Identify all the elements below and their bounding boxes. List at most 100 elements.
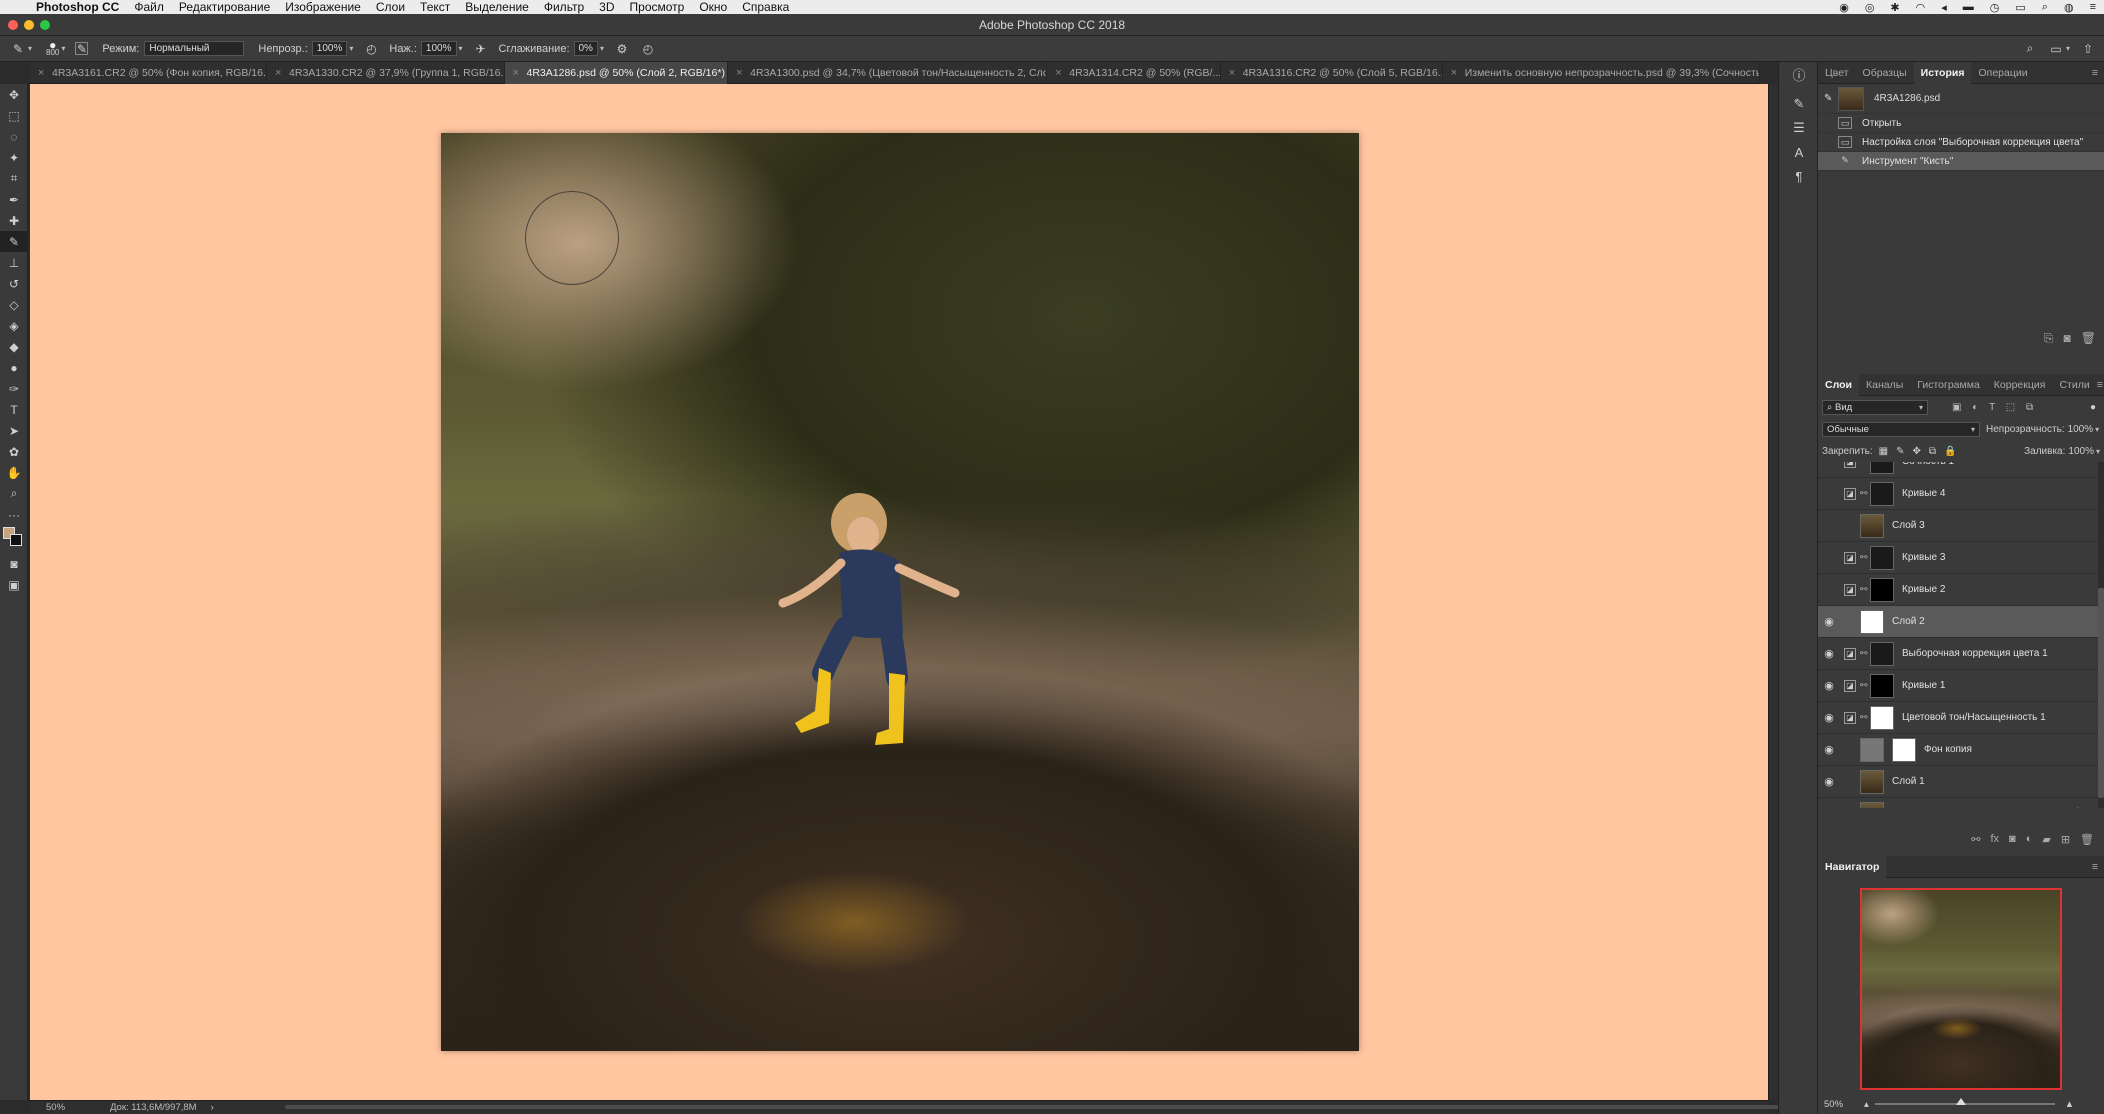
adjustment-layer-icon[interactable]: ◪ (1844, 583, 1856, 596)
lock-all-icon[interactable]: 🔒 (1944, 446, 1956, 457)
hand-tool-icon[interactable]: ✋ (0, 462, 28, 483)
layer-name[interactable]: Слой 2 (1892, 616, 1925, 627)
brush-tool-icon[interactable]: ✎ (0, 231, 28, 252)
chain-link-icon[interactable]: ⚯ (1860, 712, 1868, 723)
eyedropper-tool-icon[interactable]: ✒ (0, 189, 28, 210)
battery-icon[interactable]: ▭ (2015, 1, 2025, 14)
lock-pixels-icon[interactable]: ✎ (1896, 446, 1904, 457)
chain-link-icon[interactable]: ⚯ (1860, 552, 1868, 563)
close-icon[interactable]: × (1055, 62, 1061, 84)
panel-menu-icon[interactable]: ≡ (2097, 379, 2103, 391)
adjustment-layer-icon[interactable]: ◪ (1844, 679, 1856, 692)
layer-name[interactable]: Цветовой тон/Насыщенность 1 (1902, 712, 2046, 723)
crop-tool-icon[interactable]: ⌗ (0, 168, 28, 189)
close-icon[interactable]: × (1229, 62, 1235, 84)
chain-link-icon[interactable]: ⚯ (1860, 648, 1868, 659)
layer-name[interactable]: Кривые 1 (1902, 680, 1945, 691)
layer-mask-thumbnail[interactable] (1870, 641, 1894, 666)
chevron-down-icon[interactable]: ▾ (349, 44, 353, 53)
clock-icon[interactable]: ◷ (1990, 1, 2000, 14)
blur-tool-icon[interactable]: ◆ (0, 336, 28, 357)
menu-type[interactable]: Текст (420, 0, 450, 14)
mode-select[interactable]: Нормальный (144, 41, 245, 56)
navigator-zoom-knob[interactable] (1955, 1098, 1966, 1105)
navigator-zoom-value[interactable]: 50% (1824, 1099, 1864, 1110)
layer-mask-thumbnail[interactable] (1870, 705, 1894, 730)
document-tab-active[interactable]: × 4R3A1286.psd @ 50% (Слой 2, RGB/16*) * (504, 61, 729, 84)
lock-position-icon[interactable]: ✥ (1913, 446, 1921, 457)
layer-name[interactable]: Фон копия (1924, 744, 1972, 755)
layer-row[interactable]: ◉ ◪ ⚯ Цветовой тон/Насыщенность 1 (1818, 702, 2098, 734)
tab-navigator[interactable]: Навигатор (1818, 855, 1887, 878)
layer-name[interactable]: Слой 1 (1892, 776, 1925, 787)
panel-menu-icon[interactable]: ≡ (2092, 861, 2098, 873)
tab-styles[interactable]: Стили (2052, 374, 2096, 396)
marquee-tool-icon[interactable]: ⬚ (0, 105, 28, 126)
close-icon[interactable]: × (38, 62, 44, 84)
history-snapshot[interactable]: ✎ 4R3A1286.psd (1818, 84, 2104, 114)
menu-select[interactable]: Выделение (465, 0, 529, 14)
background-color-swatch[interactable] (10, 534, 22, 546)
layer-row[interactable]: ◉ Фон копия (1818, 734, 2098, 766)
link-layers-icon[interactable]: ⚯ (1971, 833, 1980, 846)
menu-layers[interactable]: Слои (376, 0, 405, 14)
eye-icon[interactable]: ◉ (1818, 711, 1840, 724)
eye-icon[interactable]: ◉ (1818, 679, 1840, 692)
properties-icon[interactable]: ☰ (1779, 116, 1819, 140)
canvas-vertical-scrollbar[interactable] (1768, 84, 1778, 1100)
opacity-input[interactable]: 100% (311, 41, 348, 56)
close-icon[interactable]: × (1451, 62, 1457, 84)
layer-row[interactable]: ◪ ⚯ Кривые 2 (1818, 574, 2098, 606)
lock-artboard-icon[interactable]: ⧉ (1929, 446, 1936, 457)
document-photo[interactable] (441, 133, 1359, 1051)
tab-histogram[interactable]: Гистограмма (1910, 374, 1987, 396)
layer-name[interactable]: Выборочная коррекция цвета 1 (1902, 648, 2048, 659)
layer-row[interactable]: ◪ ⚯ Кривые 4 (1818, 478, 2098, 510)
eraser-tool-icon[interactable]: ◇ (0, 294, 28, 315)
document-tab[interactable]: × 4R3A1314.CR2 @ 50% (RGB/... (1047, 61, 1221, 84)
adjustment-layer-icon[interactable]: ◪ (1844, 551, 1856, 564)
new-layer-icon[interactable]: ⊞ (2061, 833, 2070, 846)
lock-transparent-icon[interactable]: ▦ (1879, 446, 1888, 457)
zoom-out-icon[interactable]: ▴ (1864, 1099, 1869, 1110)
paragraph-icon[interactable]: ¶ (1779, 164, 1819, 188)
screen-mode-icon[interactable]: ▣ (0, 574, 28, 595)
layer-mask-thumbnail[interactable] (1870, 481, 1894, 506)
dodge-tool-icon[interactable]: ● (0, 357, 28, 378)
menu-view[interactable]: Просмотр (630, 0, 685, 14)
character-icon[interactable]: A (1779, 140, 1819, 164)
layer-row[interactable]: ◉ Слой 2 (1818, 606, 2098, 638)
chevron-down-icon[interactable]: ▾ (459, 44, 463, 53)
layer-thumbnail[interactable] (1860, 737, 1884, 762)
wifi-icon[interactable]: ◠ (1916, 1, 1926, 14)
layer-thumbnail[interactable] (1860, 513, 1884, 538)
tab-actions[interactable]: Операции (1971, 62, 2034, 84)
fx-icon[interactable]: fx (1990, 833, 1999, 845)
custom-shape-tool-icon[interactable]: ✿ (0, 441, 28, 462)
path-selection-tool-icon[interactable]: ➤ (0, 420, 28, 441)
layer-name[interactable]: Кривые 2 (1902, 584, 1945, 595)
pressure-size-icon[interactable]: ◴ (640, 41, 656, 57)
gear-icon[interactable]: ⚙ (614, 41, 630, 57)
volume-icon[interactable]: ◂ (1941, 1, 1947, 14)
menu-filter[interactable]: Фильтр (544, 0, 584, 14)
healing-brush-tool-icon[interactable]: ✚ (0, 210, 28, 231)
layer-thumbnail[interactable] (1860, 609, 1884, 634)
layer-row[interactable]: ◉ ◪ ⚯ Выборочная коррекция цвета 1 (1818, 638, 2098, 670)
layer-opacity-value[interactable]: 100% (2068, 424, 2094, 435)
trash-icon[interactable]: 🗑 (2080, 833, 2094, 846)
smoothing-input[interactable]: 0% (573, 41, 598, 56)
layer-filter-select[interactable]: ⌕ Вид ▾ (1822, 399, 1928, 415)
airbrush-icon[interactable]: ✈ (473, 41, 489, 57)
chevron-right-icon[interactable]: › (211, 1102, 214, 1113)
history-brush-tool-icon[interactable]: ↺ (0, 273, 28, 294)
adjustment-layer-icon[interactable]: ◪ (1844, 487, 1856, 500)
navigator-preview[interactable] (1860, 888, 2062, 1090)
filter-toggle-icon[interactable]: ● (2090, 402, 2096, 413)
filter-type-icon[interactable]: T (1989, 402, 1995, 413)
layer-name[interactable]: Слой 3 (1892, 520, 1925, 531)
brush-panel-toggle-icon[interactable]: ✎ (75, 42, 89, 56)
chain-link-icon[interactable]: ⚯ (1860, 584, 1868, 595)
chain-link-icon[interactable]: ⚯ (1860, 462, 1868, 467)
tab-swatches[interactable]: Образцы (1856, 62, 1914, 84)
